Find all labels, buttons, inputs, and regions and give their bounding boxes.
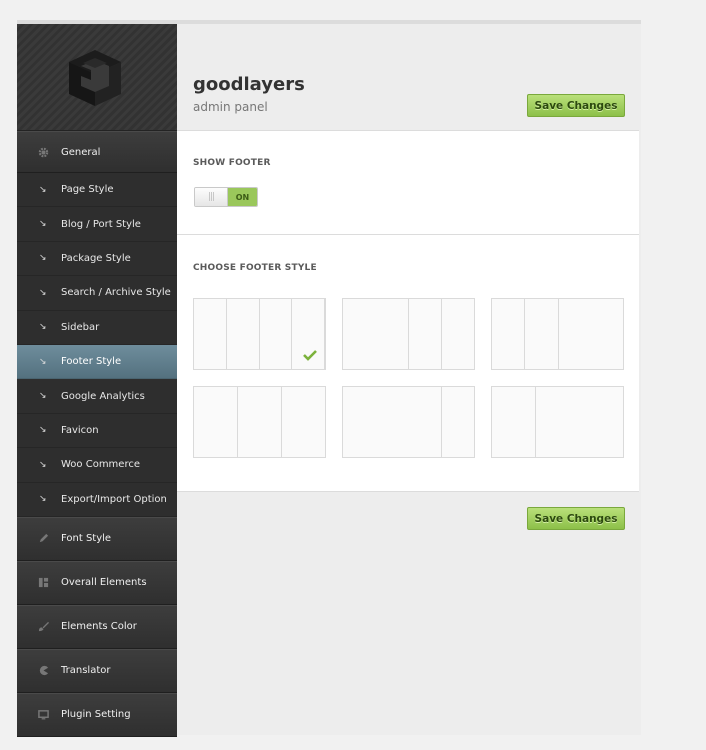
header: goodlayers admin panel Save Changes xyxy=(177,24,639,130)
footer-layout-option-1[interactable] xyxy=(193,298,326,370)
brand-subtitle: admin panel xyxy=(193,100,268,114)
sidebar-item-label: Google Analytics xyxy=(61,390,145,402)
sidebar-item-label: Footer Style xyxy=(61,356,122,368)
layout-column xyxy=(442,299,474,369)
monitor-icon xyxy=(37,709,49,721)
arrow-icon: ↘ xyxy=(39,219,47,230)
sidebar-item-label: Page Style xyxy=(61,184,114,196)
layout-column xyxy=(409,299,442,369)
footer-layout-option-3[interactable] xyxy=(491,298,624,370)
layout-column xyxy=(525,299,559,369)
logo-area xyxy=(17,24,177,131)
arrow-icon: ↘ xyxy=(39,356,47,367)
sidebar-item-label: General xyxy=(61,146,101,158)
arrow-icon: ↘ xyxy=(39,184,47,195)
footer-layout-option-6[interactable] xyxy=(491,386,624,458)
layout-column xyxy=(559,299,624,369)
arrow-icon: ↘ xyxy=(39,459,47,470)
arrow-icon: ↘ xyxy=(39,287,47,298)
pencil-icon xyxy=(37,533,49,545)
layout-column xyxy=(238,387,282,457)
arrow-icon: ↘ xyxy=(39,253,47,264)
sidebar-item-label: Overall Elements xyxy=(61,577,147,589)
goodlayers-logo-icon xyxy=(69,50,121,106)
admin-frame: General ↘ Page Style ↘ Blog / Port Style ↘… xyxy=(17,20,641,737)
gear-icon xyxy=(37,146,49,158)
sidebar-item-translator[interactable]: Translator xyxy=(17,648,177,693)
sidebar-item-elements-color[interactable]: Elements Color xyxy=(17,604,177,649)
sidebar-subitem-woo-commerce[interactable]: ↘ Woo Commerce xyxy=(17,448,177,483)
sidebar-item-label: Elements Color xyxy=(61,621,137,633)
footer-layout-option-5[interactable] xyxy=(342,386,475,458)
layout-column xyxy=(492,299,526,369)
layout-column xyxy=(492,387,537,457)
brand-title: goodlayers xyxy=(193,74,305,95)
pacman-icon xyxy=(37,665,49,677)
arrow-icon: ↘ xyxy=(39,425,47,436)
show-footer-section: SHOW FOOTER ||| ON xyxy=(177,130,639,235)
brush-icon xyxy=(37,621,49,633)
layout-column xyxy=(442,387,475,457)
sidebar-subitem-search-archive-style[interactable]: ↘ Search / Archive Style xyxy=(17,276,177,311)
toggle-state-label: ON xyxy=(228,188,257,206)
arrow-icon: ↘ xyxy=(39,391,47,402)
sidebar: General ↘ Page Style ↘ Blog / Port Style ↘… xyxy=(17,24,177,737)
sidebar-subitem-export-import[interactable]: ↘ Export/Import Option xyxy=(17,482,177,517)
show-footer-title: SHOW FOOTER xyxy=(193,158,271,168)
sidebar-item-font-style[interactable]: Font Style xyxy=(17,516,177,561)
sidebar-submenu: ↘ Page Style ↘ Blog / Port Style ↘ Package … xyxy=(17,173,177,517)
sidebar-item-label: Font Style xyxy=(61,533,112,545)
sidebar-item-label: Package Style xyxy=(61,252,131,264)
sidebar-item-label: Search / Archive Style xyxy=(61,287,171,299)
layout-column xyxy=(194,299,227,369)
footer-style-section: CHOOSE FOOTER STYLE xyxy=(177,235,639,492)
sidebar-item-general[interactable]: General xyxy=(17,131,177,173)
sidebar-subitem-package-style[interactable]: ↘ Package Style xyxy=(17,241,177,277)
sidebar-item-plugin-setting[interactable]: Plugin Setting xyxy=(17,692,177,737)
save-button-top[interactable]: Save Changes xyxy=(527,94,625,117)
show-footer-toggle[interactable]: ||| ON xyxy=(194,187,258,207)
sidebar-item-label: Plugin Setting xyxy=(61,709,131,721)
layout-column xyxy=(260,299,293,369)
sidebar-subitem-footer-style[interactable]: ↘ Footer Style xyxy=(17,344,177,380)
sidebar-subitem-page-style[interactable]: ↘ Page Style xyxy=(17,173,177,208)
sidebar-item-overall-elements[interactable]: Overall Elements xyxy=(17,560,177,605)
toggle-knob: ||| xyxy=(195,188,228,206)
footer-layout-option-2[interactable] xyxy=(342,298,475,370)
layout-column xyxy=(343,387,442,457)
sidebar-subitem-blog-port-style[interactable]: ↘ Blog / Port Style xyxy=(17,207,177,242)
layout-column xyxy=(343,299,409,369)
sidebar-item-label: Woo Commerce xyxy=(61,459,140,471)
main-panel: goodlayers admin panel Save Changes SHOW… xyxy=(177,24,639,735)
checkmark-icon xyxy=(303,350,317,361)
layout-column xyxy=(282,387,325,457)
sidebar-subitem-google-analytics[interactable]: ↘ Google Analytics xyxy=(17,379,177,414)
grid-icon xyxy=(37,577,49,589)
arrow-icon: ↘ xyxy=(39,494,47,505)
footer-layout-option-4[interactable] xyxy=(193,386,326,458)
sidebar-item-label: Export/Import Option xyxy=(61,493,167,505)
sidebar-item-label: Favicon xyxy=(61,424,99,436)
layout-column xyxy=(536,387,623,457)
arrow-icon: ↘ xyxy=(39,322,47,333)
layout-column xyxy=(194,387,238,457)
footer-style-title: CHOOSE FOOTER STYLE xyxy=(193,263,317,273)
sidebar-subitem-favicon[interactable]: ↘ Favicon xyxy=(17,413,177,449)
sidebar-subitem-sidebar[interactable]: ↘ Sidebar xyxy=(17,310,177,345)
layout-column xyxy=(227,299,260,369)
save-button-bottom[interactable]: Save Changes xyxy=(527,507,625,530)
sidebar-item-label: Blog / Port Style xyxy=(61,218,141,230)
sidebar-item-label: Translator xyxy=(61,665,111,677)
sidebar-item-label: Sidebar xyxy=(61,321,100,333)
